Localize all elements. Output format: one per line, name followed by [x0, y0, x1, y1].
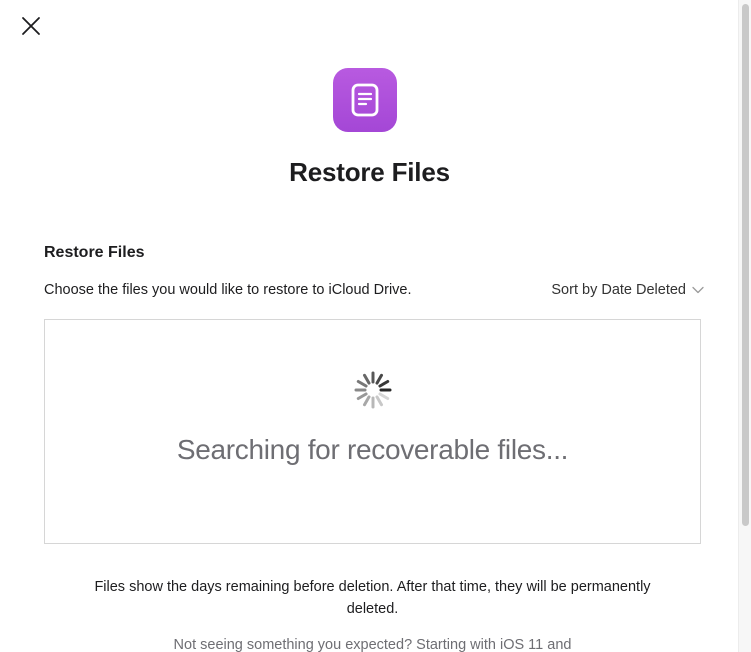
deletion-note: Files show the days remaining before del…	[94, 579, 651, 617]
document-icon	[351, 83, 379, 117]
help-hint: Not seeing something you expected? Start…	[173, 637, 572, 652]
scrollbar-thumb[interactable]	[742, 4, 749, 526]
spinner-spoke	[375, 395, 383, 407]
spinner-icon	[354, 371, 392, 409]
searching-status: Searching for recoverable files...	[176, 434, 569, 465]
spinner-spoke	[356, 380, 368, 388]
section-heading: Restore Files	[44, 244, 145, 261]
spinner-spoke	[356, 392, 368, 400]
app-icon	[333, 68, 397, 132]
close-icon	[22, 17, 40, 35]
spinner-spoke	[363, 373, 371, 385]
spinner-spoke	[378, 380, 390, 388]
spinner-spoke	[363, 395, 371, 407]
section-description: Choose the files you would like to resto…	[44, 282, 412, 298]
restore-files-dialog: Restore Files Restore Files Choose the f…	[0, 0, 751, 652]
sort-dropdown[interactable]: Sort by Date Deleted	[551, 282, 704, 298]
file-results-panel: Searching for recoverable files...	[44, 319, 701, 544]
page-title: Restore Files	[289, 157, 450, 187]
chevron-down-icon	[692, 286, 704, 294]
scrollbar-track[interactable]	[738, 0, 751, 652]
sort-label: Sort by Date Deleted	[551, 282, 686, 298]
spinner-spoke	[375, 373, 383, 385]
spinner-spoke	[378, 392, 390, 400]
close-button[interactable]	[14, 12, 48, 40]
